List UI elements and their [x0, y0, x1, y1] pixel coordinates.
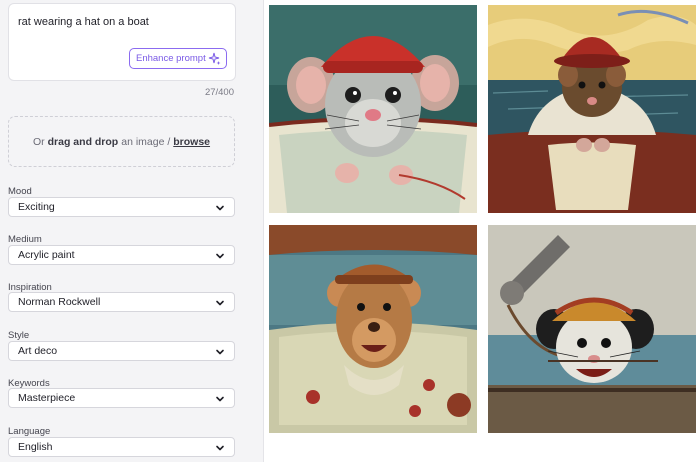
- enhance-prompt-label: Enhance prompt: [136, 53, 206, 64]
- prompt-text[interactable]: rat wearing a hat on a boat: [18, 16, 149, 28]
- style-select[interactable]: Art deco: [8, 341, 235, 361]
- image-dropzone[interactable]: Or drag and drop an image / browse: [8, 116, 235, 167]
- generated-image-1[interactable]: [269, 5, 477, 213]
- style-label: Style: [8, 330, 30, 341]
- chevron-down-icon: [216, 300, 224, 306]
- enhance-prompt-button[interactable]: Enhance prompt: [129, 48, 227, 69]
- chevron-down-icon: [216, 253, 224, 259]
- chevron-down-icon: [216, 445, 224, 451]
- dropzone-middle: an image /: [121, 135, 171, 148]
- settings-panel: rat wearing a hat on a boat Enhance prom…: [0, 0, 264, 462]
- keywords-select[interactable]: Masterpiece: [8, 388, 235, 408]
- dropzone-prefix: Or: [32, 135, 45, 148]
- language-label: Language: [8, 426, 51, 437]
- generated-image-2[interactable]: [488, 5, 696, 213]
- medium-value: Acrylic paint: [18, 249, 75, 261]
- inspiration-select[interactable]: Norman Rockwell: [8, 292, 235, 312]
- browse-link[interactable]: browse: [173, 136, 210, 148]
- app-root: rat wearing a hat on a boat Enhance prom…: [0, 0, 700, 462]
- prompt-textarea[interactable]: rat wearing a hat on a boat Enhance prom…: [8, 3, 236, 81]
- style-value: Art deco: [18, 345, 58, 357]
- sparkle-icon: [208, 52, 221, 65]
- language-value: English: [18, 441, 53, 453]
- dropzone-drag-text: drag and drop: [47, 135, 119, 148]
- chevron-down-icon: [216, 205, 224, 211]
- generated-image-3[interactable]: [269, 225, 477, 433]
- mood-label: Mood: [8, 186, 32, 197]
- medium-select[interactable]: Acrylic paint: [8, 245, 235, 265]
- keywords-value: Masterpiece: [18, 392, 76, 404]
- char-count: 27/400: [204, 87, 234, 98]
- inspiration-value: Norman Rockwell: [18, 296, 101, 308]
- medium-label: Medium: [8, 234, 42, 245]
- mood-select[interactable]: Exciting: [8, 197, 235, 217]
- generated-image-4[interactable]: [488, 225, 696, 433]
- chevron-down-icon: [216, 396, 224, 402]
- chevron-down-icon: [216, 349, 224, 355]
- mood-value: Exciting: [18, 201, 55, 213]
- language-select[interactable]: English: [8, 437, 235, 457]
